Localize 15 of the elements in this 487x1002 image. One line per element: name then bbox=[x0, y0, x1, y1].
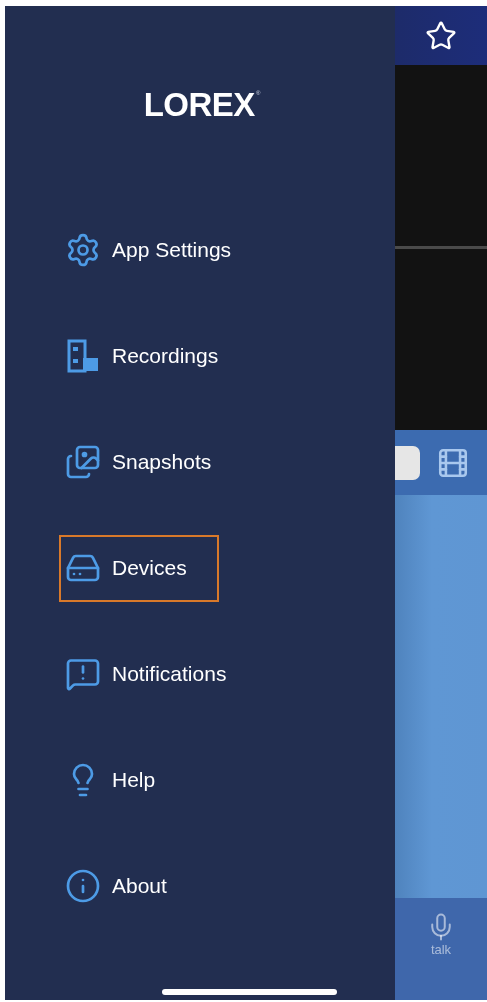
menu-item[interactable]: Recordings bbox=[59, 322, 251, 390]
star-icon[interactable] bbox=[425, 19, 457, 52]
menu-item[interactable]: Help bbox=[59, 746, 188, 814]
menu-item[interactable]: Snapshots bbox=[59, 428, 244, 496]
logo: LOREX bbox=[143, 87, 255, 123]
file-icon bbox=[65, 338, 101, 374]
menu-item[interactable]: About bbox=[59, 852, 199, 920]
menu-item[interactable]: Devices bbox=[59, 534, 219, 602]
menu-item[interactable]: App Settings bbox=[59, 216, 264, 284]
alert-message-icon bbox=[65, 656, 101, 692]
settings-icon bbox=[65, 232, 101, 268]
images-icon bbox=[65, 444, 101, 480]
info-icon bbox=[65, 868, 101, 904]
input-field[interactable] bbox=[395, 445, 420, 480]
menu-item[interactable]: Notifications bbox=[59, 640, 259, 708]
